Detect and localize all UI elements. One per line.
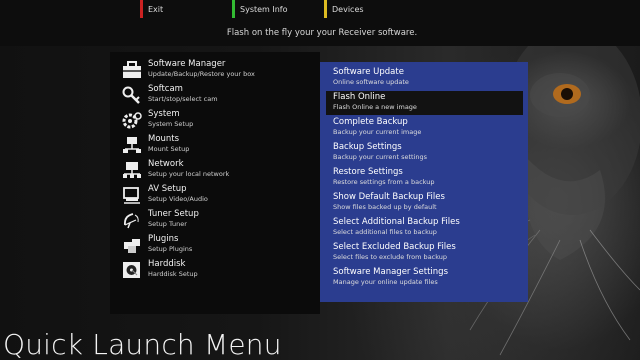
menu-item-description: Setup Tuner bbox=[148, 220, 187, 228]
menu-item-tuner-setup[interactable]: Tuner Setup Setup Tuner bbox=[120, 208, 315, 232]
menu-item-title: AV Setup bbox=[148, 184, 187, 194]
menu-item-system[interactable]: System System Setup bbox=[120, 108, 315, 132]
submenu-item-backup-settings[interactable]: Backup Settings Backup your current sett… bbox=[326, 141, 523, 165]
menu-item-title: System bbox=[148, 109, 180, 119]
menu-item-title: Softcam bbox=[148, 84, 183, 94]
submenu-item-software-manager-settings[interactable]: Software Manager Settings Manage your on… bbox=[326, 266, 523, 290]
software-manager-submenu: Software Update Online software update F… bbox=[320, 62, 528, 302]
menu-item-title: Mounts bbox=[148, 134, 180, 144]
menu-item-description: Setup your local network bbox=[148, 170, 230, 178]
system-info-button[interactable]: System Info bbox=[232, 0, 288, 18]
main-menu-panel: Software Manager Update/Backup/Restore y… bbox=[110, 52, 320, 314]
menu-subtitle: Flash on the fly your your Receiver soft… bbox=[226, 28, 418, 38]
submenu-item-title: Select Excluded Backup Files bbox=[333, 242, 456, 252]
submenu-item-title: Software Update bbox=[333, 67, 404, 77]
submenu-item-title: Select Additional Backup Files bbox=[333, 217, 460, 227]
submenu-item-show-default-backup-files[interactable]: Show Default Backup Files Show files bac… bbox=[326, 191, 523, 215]
menu-item-description: Start/stop/select cam bbox=[148, 95, 218, 103]
system-info-label: System Info bbox=[240, 5, 288, 14]
gear-icon bbox=[122, 111, 142, 129]
submenu-item-complete-backup[interactable]: Complete Backup Backup your current imag… bbox=[326, 116, 523, 140]
submenu-item-description: Restore settings from a backup bbox=[333, 178, 435, 186]
satellite-icon bbox=[122, 211, 142, 229]
menu-item-title: Plugins bbox=[148, 234, 179, 244]
submenu-item-title: Backup Settings bbox=[333, 142, 402, 152]
submenu-item-title: Flash Online bbox=[333, 92, 386, 102]
menu-item-description: Mount Setup bbox=[148, 145, 190, 153]
menu-item-network[interactable]: Network Setup your local network bbox=[120, 158, 315, 182]
menu-item-title: Software Manager bbox=[148, 59, 226, 69]
submenu-item-description: Online software update bbox=[333, 78, 409, 86]
red-key-indicator bbox=[140, 0, 143, 18]
menu-item-description: Setup Video/Audio bbox=[148, 195, 208, 203]
submenu-item-software-update[interactable]: Software Update Online software update bbox=[326, 66, 523, 90]
submenu-item-title: Show Default Backup Files bbox=[333, 192, 445, 202]
menu-item-description: Update/Backup/Restore your box bbox=[148, 70, 255, 78]
menu-item-av-setup[interactable]: AV Setup Setup Video/Audio bbox=[120, 183, 315, 207]
menu-item-mounts[interactable]: Mounts Mount Setup bbox=[120, 133, 315, 157]
submenu-item-description: Select additional files to backup bbox=[333, 228, 437, 236]
plugins-icon bbox=[122, 236, 142, 254]
menu-item-title: Tuner Setup bbox=[148, 209, 199, 219]
menu-item-description: System Setup bbox=[148, 120, 194, 128]
submenu-item-description: Flash Online a new image bbox=[333, 103, 417, 111]
menu-item-software-manager[interactable]: Software Manager Update/Backup/Restore y… bbox=[120, 58, 315, 82]
submenu-item-description: Show files backed up by default bbox=[333, 203, 437, 211]
software-manager-icon bbox=[122, 61, 142, 79]
exit-label: Exit bbox=[148, 5, 164, 14]
page-title: Quick Launch Menu bbox=[3, 328, 282, 360]
menu-item-plugins[interactable]: Plugins Setup Plugins bbox=[120, 233, 315, 257]
menu-item-title: Harddisk bbox=[148, 259, 186, 269]
menu-item-description: Harddisk Setup bbox=[148, 270, 198, 278]
menu-item-harddisk[interactable]: Harddisk Harddisk Setup bbox=[120, 258, 315, 282]
key-icon bbox=[122, 86, 142, 104]
submenu-item-title: Complete Backup bbox=[333, 117, 408, 127]
top-bar: Exit System Info Devices Flash on the fl… bbox=[0, 0, 640, 46]
network-mount-icon bbox=[122, 136, 142, 154]
network-icon bbox=[122, 161, 142, 179]
green-key-indicator bbox=[232, 0, 235, 18]
submenu-item-description: Select files to exclude from backup bbox=[333, 253, 448, 261]
submenu-item-select-additional-backup-files[interactable]: Select Additional Backup Files Select ad… bbox=[326, 216, 523, 240]
exit-button[interactable]: Exit bbox=[140, 0, 163, 18]
submenu-item-flash-online[interactable]: Flash Online Flash Online a new image bbox=[326, 91, 523, 115]
submenu-item-description: Backup your current image bbox=[333, 128, 422, 136]
submenu-item-select-excluded-backup-files[interactable]: Select Excluded Backup Files Select file… bbox=[326, 241, 523, 265]
devices-button[interactable]: Devices bbox=[324, 0, 364, 18]
submenu-item-restore-settings[interactable]: Restore Settings Restore settings from a… bbox=[326, 166, 523, 190]
devices-label: Devices bbox=[332, 5, 364, 14]
harddisk-icon bbox=[122, 261, 142, 279]
submenu-item-title: Restore Settings bbox=[333, 167, 403, 177]
submenu-item-title: Software Manager Settings bbox=[333, 267, 448, 277]
menu-item-description: Setup Plugins bbox=[148, 245, 193, 253]
monitor-icon bbox=[122, 186, 142, 204]
submenu-item-description: Manage your online update files bbox=[333, 278, 438, 286]
menu-item-softcam[interactable]: Softcam Start/stop/select cam bbox=[120, 83, 315, 107]
submenu-item-description: Backup your current settings bbox=[333, 153, 428, 161]
yellow-key-indicator bbox=[324, 0, 327, 18]
menu-item-title: Network bbox=[148, 159, 184, 169]
